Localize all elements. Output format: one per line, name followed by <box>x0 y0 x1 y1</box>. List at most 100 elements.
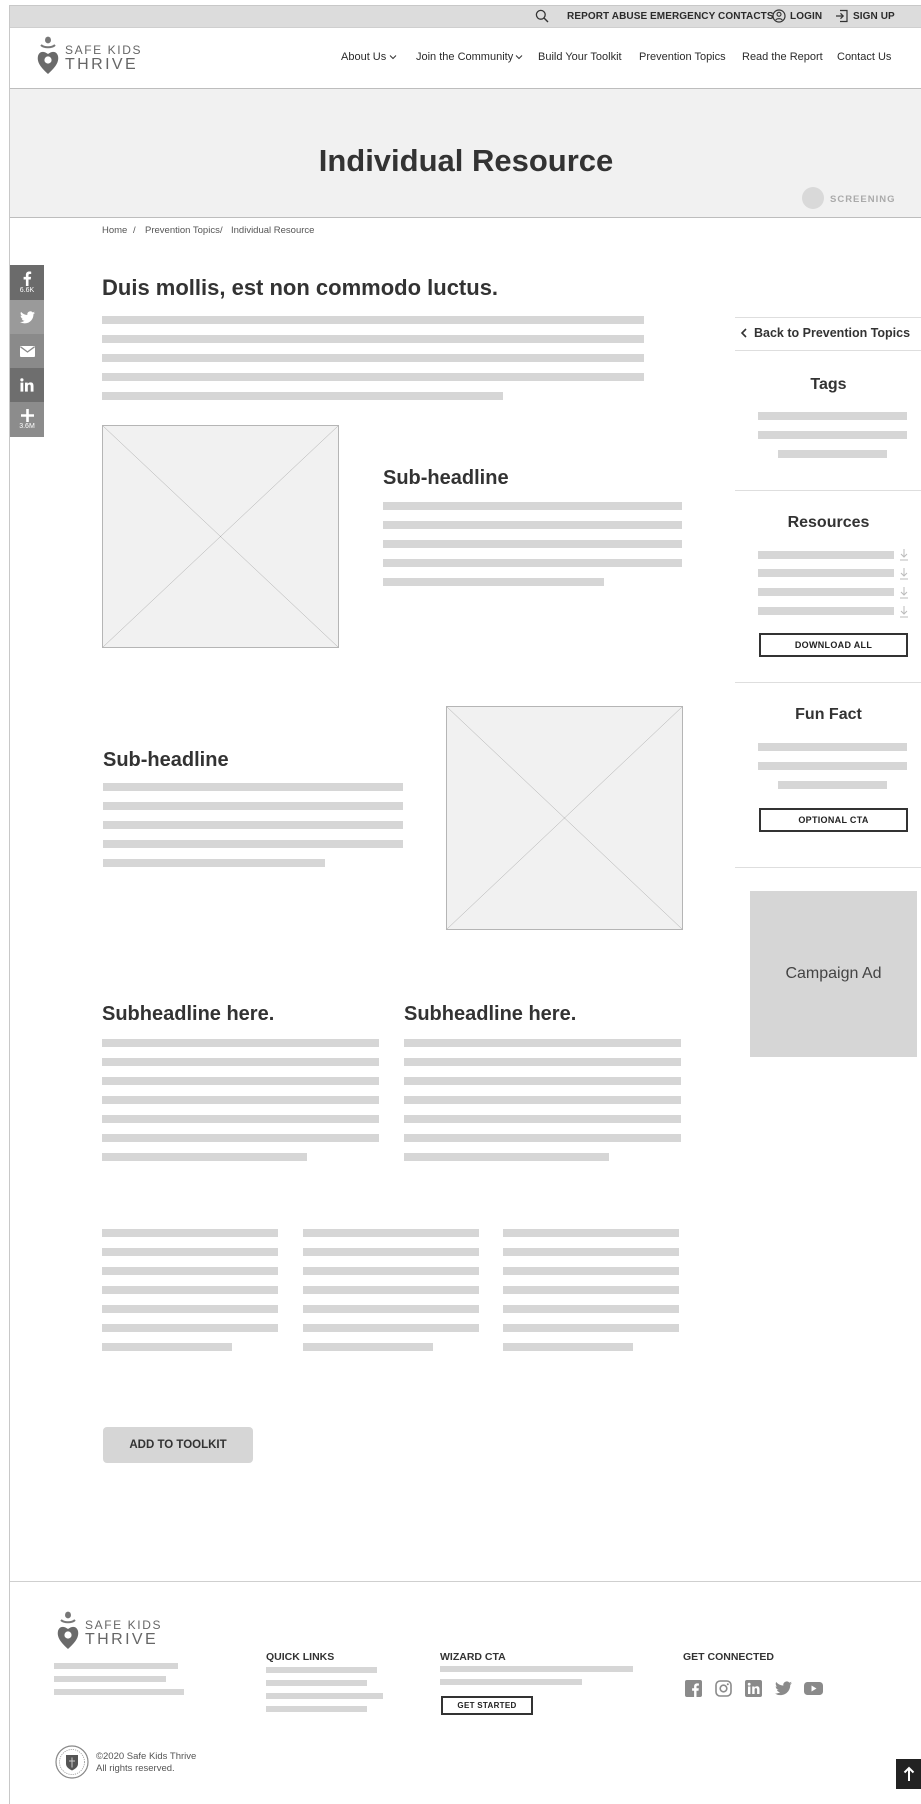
get-started-button[interactable]: GET STARTED <box>441 1696 533 1715</box>
quick-link[interactable] <box>266 1693 383 1699</box>
back-link-label: Back to Prevention Topics <box>754 326 911 340</box>
wizard-cta-title: WIZARD CTA <box>440 1651 506 1663</box>
sign-in-icon <box>835 9 849 28</box>
share-more-button[interactable]: 3.6M <box>10 402 44 437</box>
text-line <box>383 540 682 548</box>
logo-line2: THRIVE <box>85 1631 159 1648</box>
fun-fact-title: Fun Fact <box>795 706 862 723</box>
share-linkedin-button[interactable] <box>10 368 44 402</box>
text-line <box>778 781 887 789</box>
text-line <box>383 559 682 567</box>
quick-link[interactable] <box>266 1706 367 1712</box>
campaign-ad[interactable]: Campaign Ad <box>750 891 917 1057</box>
arrow-up-icon <box>903 1766 915 1781</box>
nav-read-report[interactable]: Read the Report <box>742 51 823 63</box>
tag-icon <box>802 187 824 209</box>
resource-link[interactable] <box>758 588 894 596</box>
text-line <box>440 1679 582 1685</box>
download-icon[interactable] <box>899 548 909 561</box>
text-line <box>440 1666 633 1672</box>
nav-about-us[interactable]: About Us <box>341 51 397 63</box>
quick-link[interactable] <box>266 1667 377 1673</box>
image-placeholder <box>102 425 339 648</box>
text-line <box>383 502 682 510</box>
tag-placeholder[interactable] <box>758 412 907 420</box>
text-line <box>303 1324 479 1332</box>
text-line <box>404 1096 681 1104</box>
text-line <box>404 1115 681 1123</box>
column-subheadline: Subheadline here. <box>102 1003 275 1025</box>
instagram-icon[interactable] <box>715 1680 732 1697</box>
logo-heart-icon <box>36 36 60 81</box>
youtube-icon[interactable] <box>804 1680 823 1697</box>
divider <box>735 317 921 318</box>
hero-tag-label[interactable]: SCREENING <box>830 194 895 205</box>
breadcrumb-home[interactable]: Home <box>102 225 127 236</box>
back-to-top-button[interactable] <box>896 1759 921 1789</box>
text-line <box>404 1134 681 1142</box>
logo-line2: THRIVE <box>65 56 139 73</box>
text-line <box>503 1267 679 1275</box>
utility-bar: REPORT ABUSE EMERGENCY CONTACTS LOGIN SI… <box>10 6 921 28</box>
nav-label: Join the Community <box>416 51 514 63</box>
text-line <box>103 859 325 867</box>
optional-cta-button[interactable]: OPTIONAL CTA <box>759 808 908 832</box>
twitter-icon[interactable] <box>775 1680 792 1697</box>
chevron-left-icon <box>740 328 747 338</box>
text-line <box>383 578 604 586</box>
quick-link[interactable] <box>266 1680 367 1686</box>
download-icon[interactable] <box>899 605 909 618</box>
report-abuse-link[interactable]: REPORT ABUSE <box>567 11 647 22</box>
resource-link[interactable] <box>758 569 894 577</box>
text-line <box>303 1248 479 1256</box>
nav-contact-us[interactable]: Contact Us <box>837 51 891 63</box>
divider <box>735 350 921 351</box>
signup-link[interactable]: SIGN UP <box>853 11 895 22</box>
login-link[interactable]: LOGIN <box>790 11 822 22</box>
text-line <box>102 392 503 400</box>
text-line <box>103 802 403 810</box>
text-line <box>102 1096 379 1104</box>
breadcrumb-prevention-topics[interactable]: Prevention Topics <box>145 225 220 236</box>
twitter-icon <box>19 310 35 323</box>
section-subheadline: Sub-headline <box>103 749 229 771</box>
text-line <box>54 1689 184 1695</box>
chevron-down-icon <box>389 55 397 60</box>
download-all-button[interactable]: DOWNLOAD ALL <box>759 633 908 657</box>
resource-link[interactable] <box>758 607 894 615</box>
share-facebook-button[interactable]: 6.6K <box>10 265 44 300</box>
tag-placeholder[interactable] <box>778 450 887 458</box>
column-subheadline: Subheadline here. <box>404 1003 577 1025</box>
tag-placeholder[interactable] <box>758 431 907 439</box>
share-email-button[interactable] <box>10 334 44 368</box>
nav-join-community[interactable]: Join the Community <box>416 51 523 63</box>
share-count: 3.6M <box>19 423 35 430</box>
text-line <box>102 1229 278 1237</box>
divider <box>735 490 921 491</box>
emergency-contacts-link[interactable]: EMERGENCY CONTACTS <box>650 11 774 22</box>
facebook-icon[interactable] <box>685 1680 702 1697</box>
download-icon[interactable] <box>899 586 909 599</box>
text-line <box>303 1343 433 1351</box>
plus-icon <box>20 409 34 422</box>
nav-build-toolkit[interactable]: Build Your Toolkit <box>538 51 622 63</box>
text-line <box>102 1305 278 1313</box>
share-twitter-button[interactable] <box>10 300 44 334</box>
site-logo[interactable]: SAFE KIDS THRIVE <box>34 36 144 76</box>
text-line <box>758 743 907 751</box>
add-to-toolkit-button[interactable]: ADD TO TOOLKIT <box>103 1427 253 1463</box>
resource-link[interactable] <box>758 551 894 559</box>
nav-prevention-topics[interactable]: Prevention Topics <box>639 51 726 63</box>
text-line <box>503 1248 679 1256</box>
text-line <box>303 1286 479 1294</box>
nav-label: About Us <box>341 51 387 63</box>
footer-logo[interactable]: SAFE KIDS THRIVE <box>54 1611 164 1651</box>
text-line <box>54 1663 178 1669</box>
back-to-topics-link[interactable]: Back to Prevention Topics <box>740 326 910 340</box>
download-icon[interactable] <box>899 567 909 580</box>
text-line <box>54 1676 166 1682</box>
search-icon[interactable] <box>535 9 549 28</box>
footer-divider <box>10 1581 921 1582</box>
text-line <box>102 335 644 343</box>
linkedin-icon[interactable] <box>745 1680 762 1697</box>
